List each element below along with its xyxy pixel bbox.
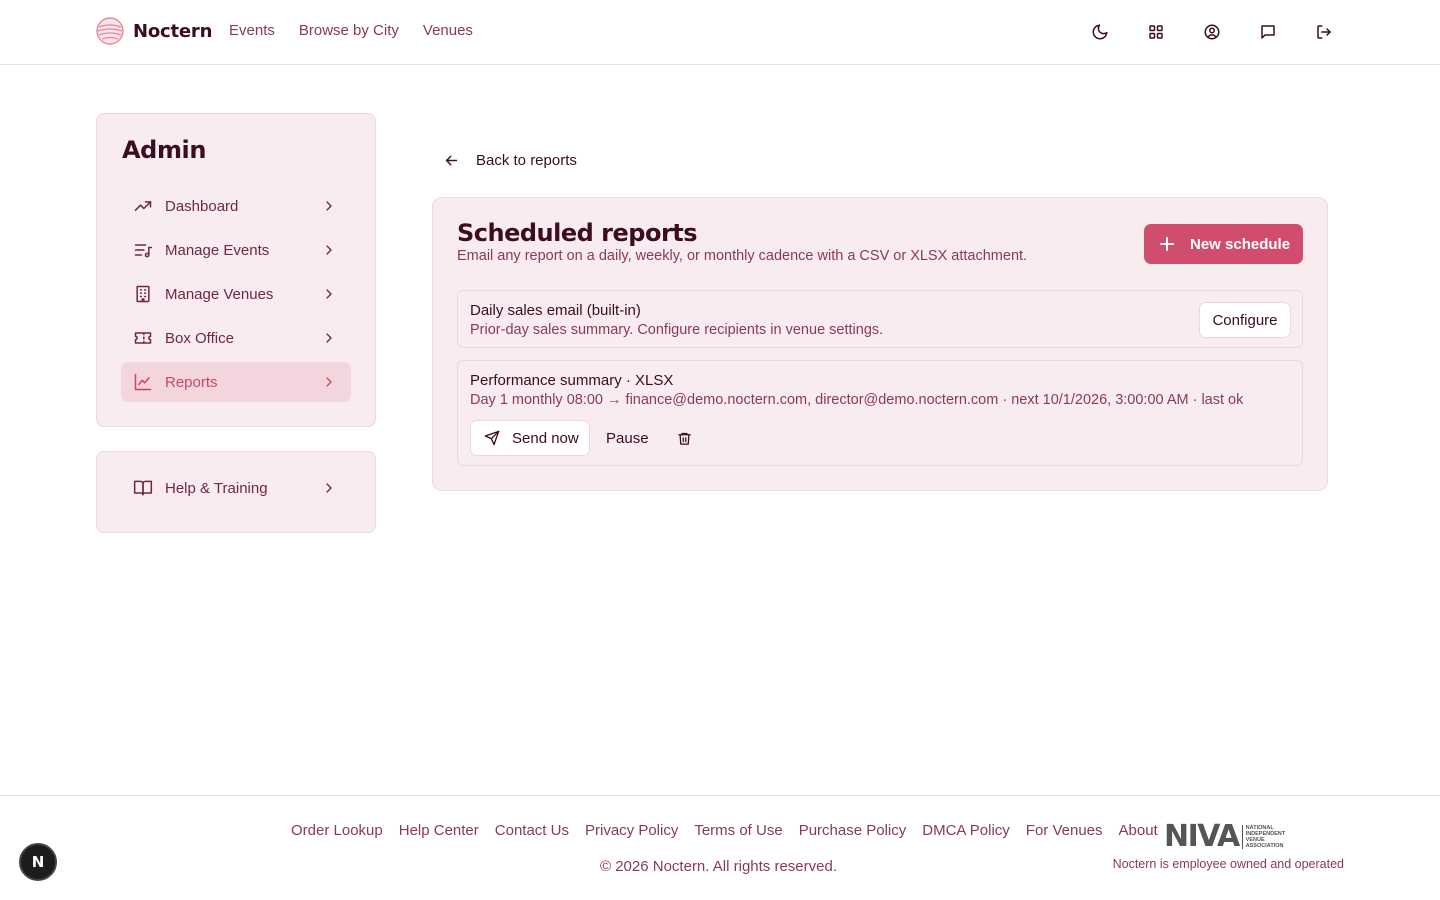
- noctern-logo-icon: [96, 17, 124, 45]
- schedule-title: Daily sales email (built-in): [470, 302, 641, 319]
- account-button[interactable]: [1202, 20, 1222, 44]
- chevron-right-icon: [326, 201, 332, 211]
- niva-wordmark: NIVA: [1164, 819, 1240, 854]
- theme-toggle-button[interactable]: [1090, 20, 1110, 44]
- chevron-right-icon: [326, 289, 332, 299]
- schedule-row-performance-summary: Performance summary · XLSX Day 1 monthly…: [457, 360, 1303, 466]
- arrow-left-icon: [445, 155, 458, 166]
- configure-button[interactable]: Configure: [1199, 302, 1291, 338]
- nav-link-venues[interactable]: Venues: [423, 22, 473, 39]
- footer-link-contact-us[interactable]: Contact Us: [495, 822, 569, 839]
- send-now-button[interactable]: Send now: [470, 420, 590, 456]
- sidebar-title: Admin: [122, 136, 207, 164]
- nav-link-events[interactable]: Events: [229, 22, 275, 39]
- sidebar-item-label: Help & Training: [165, 479, 268, 497]
- message-icon: [1261, 25, 1275, 39]
- niva-logo[interactable]: NIVA NATIONAL INDEPENDENT VENUE ASSOCIATION: [1164, 822, 1285, 852]
- sidebar-item-box-office[interactable]: Box Office: [121, 318, 351, 358]
- chevron-right-icon: [326, 483, 332, 493]
- ticket-icon: [134, 332, 152, 344]
- schedule-actions: Send now Pause: [470, 420, 692, 456]
- footer-link-for-venues[interactable]: For Venues: [1026, 822, 1103, 839]
- schedule-description: Prior-day sales summary. Configure recip…: [470, 322, 884, 338]
- footer-link-privacy-policy[interactable]: Privacy Policy: [585, 822, 678, 839]
- footer-link-dmca-policy[interactable]: DMCA Policy: [922, 822, 1010, 839]
- book-icon: [133, 480, 153, 496]
- footer-link-help-center[interactable]: Help Center: [399, 822, 479, 839]
- sidebar-menu: Dashboard Manage Events Manage Venues Bo…: [121, 186, 351, 406]
- top-navigation-bar: Noctern Events Browse by City Venues: [0, 0, 1440, 65]
- footer-links: Order Lookup Help Center Contact Us Priv…: [291, 822, 1158, 839]
- primary-nav: Events Browse by City Venues: [229, 22, 473, 39]
- schedule-row-daily-sales: Daily sales email (built-in) Prior-day s…: [457, 290, 1303, 348]
- sidebar-item-label: Dashboard: [165, 197, 239, 215]
- dev-tools-badge[interactable]: N: [19, 843, 57, 881]
- trending-icon: [134, 201, 152, 211]
- moon-icon: [1092, 24, 1108, 40]
- trash-icon: [677, 432, 691, 445]
- chevron-right-icon: [326, 377, 332, 387]
- sidebar-item-manage-venues[interactable]: Manage Venues: [121, 274, 351, 314]
- footer-link-about[interactable]: About: [1119, 822, 1158, 839]
- footer-link-purchase-policy[interactable]: Purchase Policy: [799, 822, 907, 839]
- new-schedule-button[interactable]: New schedule: [1144, 224, 1303, 264]
- copyright-text: © 2026 Noctern. All rights reserved.: [600, 858, 837, 875]
- plus-icon: [1160, 237, 1174, 251]
- delete-schedule-button[interactable]: [677, 431, 692, 446]
- sidebar-item-label: Reports: [165, 373, 218, 391]
- sidebar-item-label: Box Office: [165, 329, 234, 347]
- sidebar-item-dashboard[interactable]: Dashboard: [121, 186, 351, 226]
- send-icon: [484, 430, 500, 446]
- messages-button[interactable]: [1258, 20, 1278, 44]
- scheduled-reports-panel: Scheduled reports Email any report on a …: [432, 197, 1328, 491]
- sidebar-item-manage-events[interactable]: Manage Events: [121, 230, 351, 270]
- logo-link[interactable]: Noctern: [96, 17, 212, 45]
- sidebar-item-reports[interactable]: Reports: [121, 362, 351, 402]
- page-title: Scheduled reports: [457, 219, 698, 247]
- back-to-reports-link[interactable]: Back to reports: [443, 152, 577, 169]
- employee-owned-note: Noctern is employee owned and operated: [1112, 857, 1344, 871]
- logout-icon: [1317, 25, 1331, 39]
- send-now-label: Send now: [512, 429, 579, 447]
- nav-link-browse-by-city[interactable]: Browse by City: [299, 22, 399, 39]
- admin-sidebar: Admin Dashboard Manage Events Manage Ven…: [96, 113, 376, 427]
- help-sidebar: Help & Training: [96, 451, 376, 533]
- page-subtitle: Email any report on a daily, weekly, or …: [457, 248, 1028, 264]
- footer-link-order-lookup[interactable]: Order Lookup: [291, 822, 383, 839]
- niva-subtext: NATIONAL INDEPENDENT VENUE ASSOCIATION: [1241, 825, 1285, 849]
- grid-icon: [1149, 25, 1163, 39]
- footer-link-terms-of-use[interactable]: Terms of Use: [694, 822, 782, 839]
- building-icon: [136, 285, 150, 303]
- schedule-description: Day 1 monthly 08:00 → finance@demo.nocte…: [470, 392, 1244, 408]
- new-schedule-label: New schedule: [1190, 235, 1291, 253]
- logout-button[interactable]: [1314, 20, 1334, 44]
- user-circle-icon: [1204, 24, 1220, 40]
- header-actions: [1090, 20, 1334, 44]
- back-label: Back to reports: [476, 152, 577, 169]
- pause-button[interactable]: Pause: [606, 430, 649, 447]
- brand-name: Noctern: [133, 20, 213, 42]
- apps-button[interactable]: [1146, 20, 1166, 44]
- schedule-title: Performance summary · XLSX: [470, 372, 674, 389]
- sidebar-item-help-training[interactable]: Help & Training: [121, 468, 351, 508]
- chart-icon: [134, 373, 152, 391]
- music-list-icon: [134, 244, 153, 258]
- site-footer: Order Lookup Help Center Contact Us Priv…: [0, 795, 1440, 900]
- sidebar-item-label: Manage Events: [165, 241, 270, 259]
- sidebar-item-label: Manage Venues: [165, 285, 274, 303]
- chevron-right-icon: [326, 333, 332, 343]
- chevron-right-icon: [326, 245, 332, 255]
